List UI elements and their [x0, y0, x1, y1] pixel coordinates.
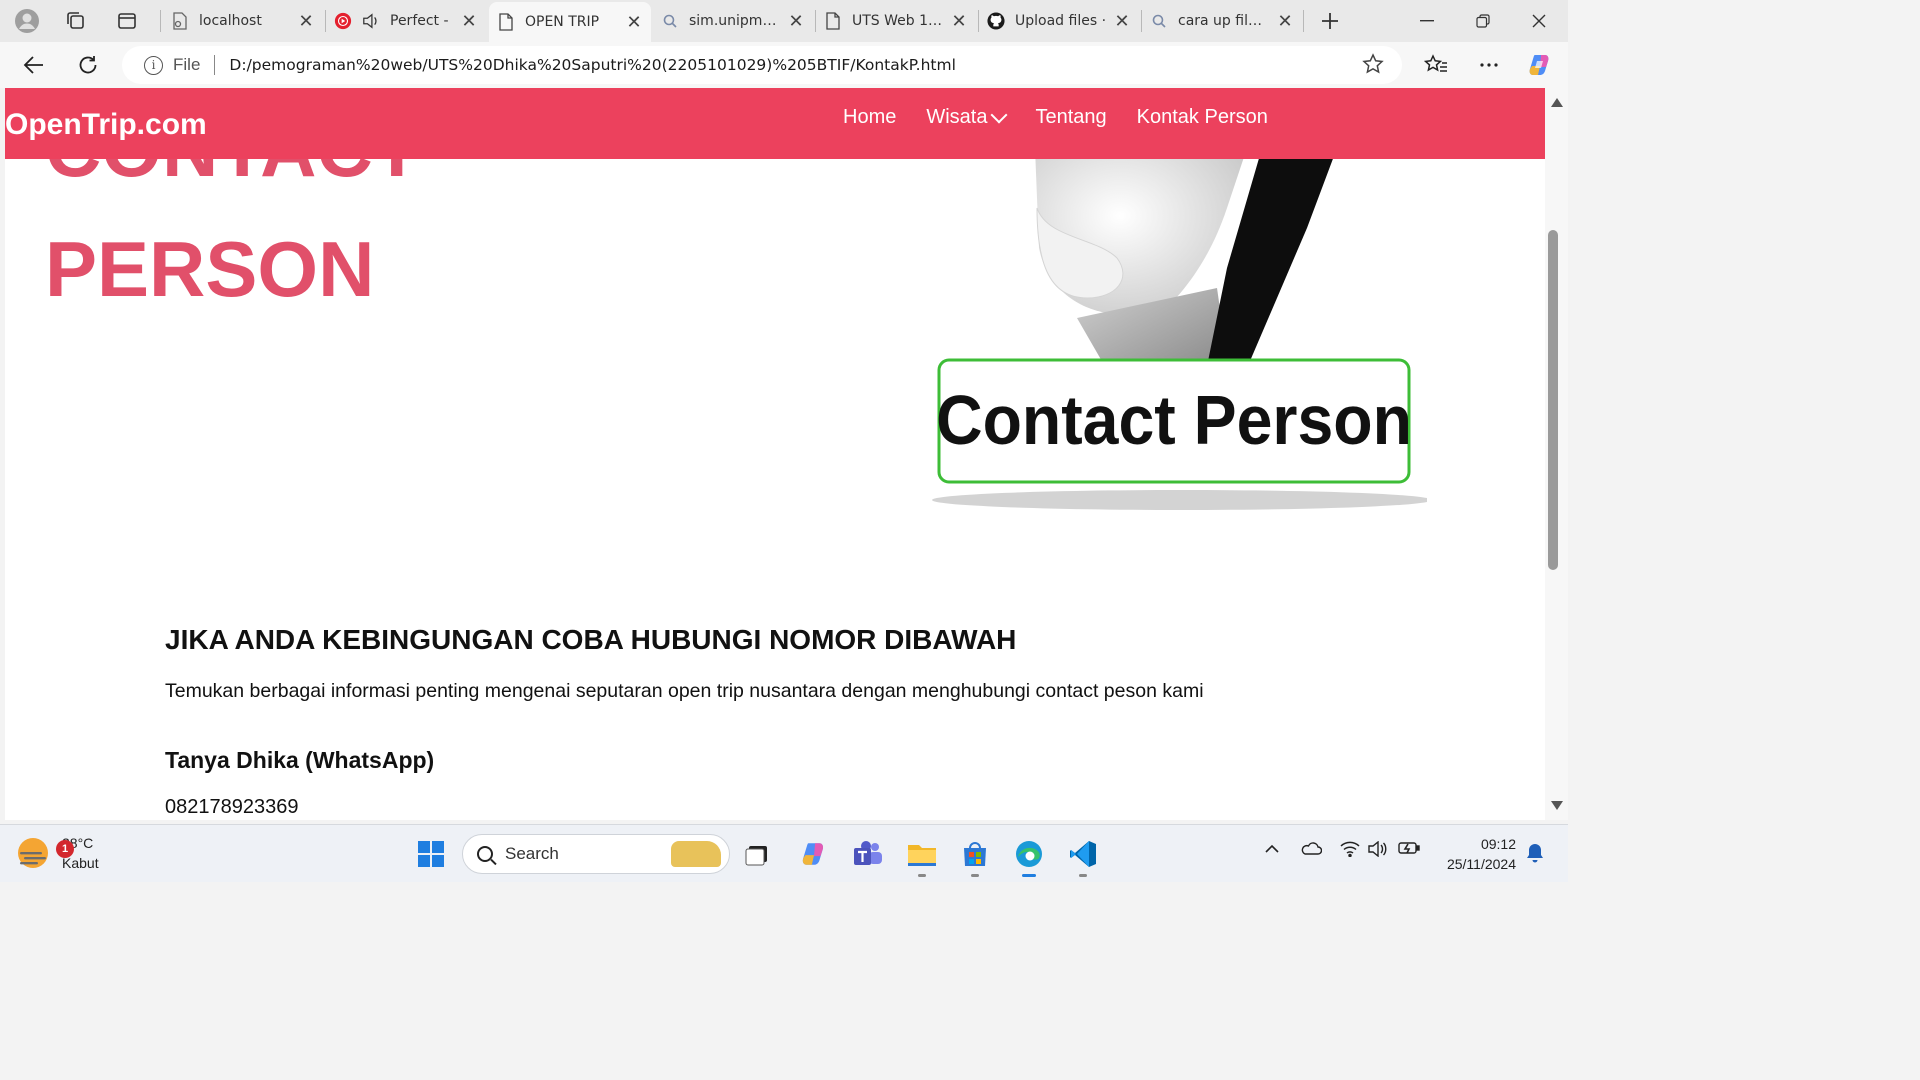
profile-avatar-icon[interactable] — [13, 7, 41, 35]
edge-browser-icon[interactable] — [1012, 837, 1046, 877]
hero-title-line-2: PERSON — [45, 225, 375, 313]
search-placeholder: Search — [505, 844, 559, 863]
music-app-icon — [334, 12, 352, 30]
contact-description: Temukan berbagai informasi penting menge… — [165, 680, 1204, 702]
tab-title: localhost — [199, 13, 262, 29]
search-icon — [477, 846, 493, 862]
taskbar-search-input[interactable]: Search — [462, 834, 730, 874]
contact-person-label: Tanya Dhika (WhatsApp) — [165, 747, 435, 773]
teams-app-icon[interactable] — [851, 837, 885, 871]
file-icon — [497, 13, 515, 31]
contact-section: JIKA ANDA KEBINGUNGAN COBA HUBUNGI NOMOR… — [165, 624, 1365, 819]
close-tab-icon[interactable]: ✕ — [297, 11, 315, 32]
browser-tab-strip: localhost ✕ Perfect - ✕ OPEN TRIP ✕ sim.… — [0, 0, 1568, 42]
nav-link-label: Wisata — [926, 106, 988, 128]
nav-link-home[interactable]: Home — [843, 106, 896, 129]
new-tab-icon[interactable] — [1316, 7, 1344, 35]
back-arrow-icon[interactable] — [19, 50, 49, 80]
site-nav-links: Home Wisata Tentang Kontak Person — [843, 106, 1298, 129]
onedrive-cloud-icon[interactable] — [1300, 841, 1323, 860]
tab-actions-icon[interactable] — [113, 7, 141, 35]
url-scheme-label: File — [173, 55, 201, 74]
tab-open-trip[interactable]: OPEN TRIP ✕ — [489, 2, 651, 42]
tab-upload-files[interactable]: Upload files · ✕ — [979, 4, 1139, 38]
search-highlight-image — [671, 841, 721, 867]
close-tab-icon[interactable]: ✕ — [460, 11, 478, 32]
site-navbar: OpenTrip.com Home Wisata Tentang Kontak … — [5, 88, 1545, 159]
scroll-down-arrow-icon[interactable] — [1551, 801, 1563, 810]
close-window-icon[interactable] — [1516, 6, 1562, 36]
contact-person-illustration: Contact Person — [932, 148, 1427, 510]
tab-perfect[interactable]: Perfect - ✕ — [326, 4, 486, 38]
file-icon — [824, 12, 842, 30]
minimize-icon[interactable] — [1404, 6, 1450, 36]
close-tab-icon[interactable]: ✕ — [625, 12, 643, 33]
task-view-icon[interactable] — [741, 837, 775, 871]
browser-toolbar: i File D:/pemograman%20web/UTS%20Dhika%2… — [0, 42, 1568, 88]
tab-title: Upload files · — [1015, 13, 1107, 29]
close-tab-icon[interactable]: ✕ — [950, 11, 968, 32]
file-explorer-icon[interactable] — [905, 837, 939, 877]
restore-icon[interactable] — [1460, 6, 1506, 36]
start-button-windows-icon[interactable] — [414, 837, 448, 871]
windows-taskbar: 1 28°C Kabut Search 09:12 25/11/2024 — [0, 824, 1568, 882]
wifi-icon[interactable] — [1340, 841, 1360, 862]
chevron-down-icon — [990, 106, 1008, 123]
site-logo[interactable]: OpenTrip.com — [5, 108, 207, 142]
page-scrollbar[interactable] — [1545, 88, 1568, 820]
close-tab-icon[interactable]: ✕ — [1113, 11, 1131, 32]
site-info-icon[interactable]: i — [144, 55, 163, 75]
copilot-icon[interactable] — [1525, 50, 1555, 80]
contact-heading: JIKA ANDA KEBINGUNGAN COBA HUBUNGI NOMOR… — [165, 624, 1017, 655]
illustration-label: Contact Person — [936, 382, 1412, 460]
workspaces-icon[interactable] — [62, 7, 90, 35]
contact-phone-number: 082178923369 — [165, 796, 299, 818]
tab-title: Perfect - — [390, 13, 449, 29]
tab-title: sim.unipma.a — [689, 13, 781, 29]
close-tab-icon[interactable]: ✕ — [1276, 11, 1294, 32]
url-text[interactable]: D:/pemograman%20web/UTS%20Dhika%20Saputr… — [229, 56, 955, 74]
tab-title: cara up file di — [1178, 13, 1270, 29]
battery-charging-icon[interactable] — [1398, 841, 1420, 860]
page-viewport: OpenTrip.com Home Wisata Tentang Kontak … — [5, 88, 1545, 820]
volume-icon[interactable] — [1368, 840, 1388, 862]
scrollbar-thumb[interactable] — [1548, 230, 1558, 570]
clock-date: 25/11/2024 — [1446, 856, 1516, 872]
favorites-icon[interactable] — [1421, 50, 1451, 80]
tab-uts-web[interactable]: UTS Web 1.pc ✕ — [816, 4, 976, 38]
weather-widget[interactable]: 1 28°C Kabut — [18, 833, 99, 873]
close-tab-icon[interactable]: ✕ — [787, 11, 805, 32]
tab-title: UTS Web 1.pc — [852, 13, 944, 29]
scroll-up-arrow-icon[interactable] — [1551, 98, 1563, 107]
clock-time: 09:12 — [1480, 836, 1516, 852]
favorite-star-icon[interactable] — [1362, 53, 1384, 81]
audio-playing-icon[interactable] — [362, 12, 380, 30]
more-menu-icon[interactable] — [1474, 50, 1504, 80]
show-hidden-icons-chevron-icon[interactable] — [1264, 841, 1280, 859]
tab-localhost[interactable]: localhost ✕ — [163, 4, 323, 38]
search-icon — [661, 12, 679, 30]
refresh-icon[interactable] — [73, 50, 103, 80]
nav-link-kontak-person[interactable]: Kontak Person — [1137, 106, 1268, 129]
github-icon — [987, 12, 1005, 30]
notification-badge: 1 — [56, 840, 74, 858]
tab-sim-unipma[interactable]: sim.unipma.a ✕ — [653, 4, 813, 38]
tab-title: OPEN TRIP — [525, 14, 600, 30]
tab-cara-up-file[interactable]: cara up file di ✕ — [1142, 4, 1302, 38]
page-error-icon — [171, 12, 189, 30]
weather-fog-icon — [18, 838, 48, 868]
search-icon — [1150, 12, 1168, 30]
microsoft-store-icon[interactable] — [958, 837, 992, 877]
notification-bell-icon[interactable] — [1526, 843, 1544, 868]
address-bar[interactable]: i File D:/pemograman%20web/UTS%20Dhika%2… — [122, 46, 1402, 84]
copilot-app-icon[interactable] — [797, 837, 831, 871]
vscode-icon[interactable] — [1066, 837, 1100, 877]
system-clock[interactable]: 09:12 25/11/2024 — [1428, 834, 1516, 874]
nav-link-wisata[interactable]: Wisata — [926, 106, 1008, 129]
nav-link-tentang[interactable]: Tentang — [1035, 106, 1106, 129]
